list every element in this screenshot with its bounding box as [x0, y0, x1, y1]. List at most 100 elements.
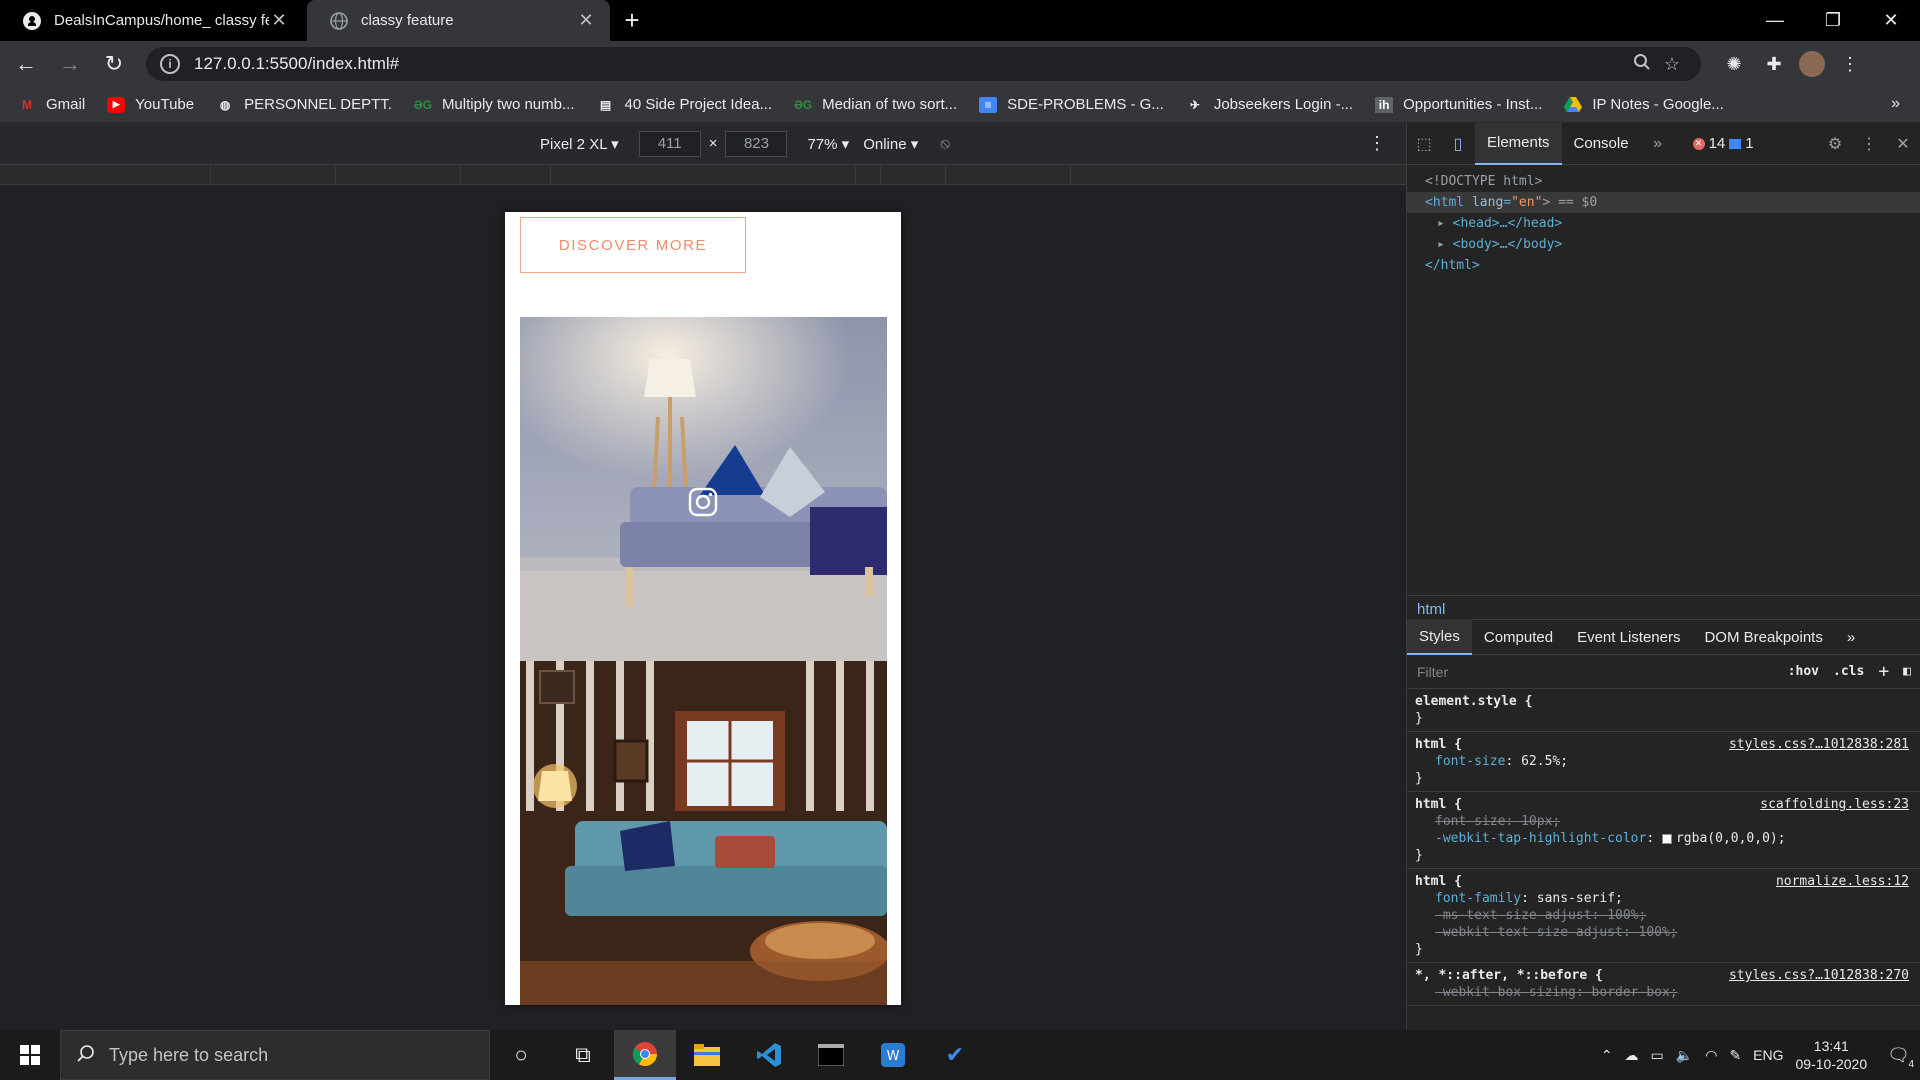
- rule-universal[interactable]: *, *::after, *::before { styles.css?…101…: [1407, 963, 1920, 1006]
- dom-body-node[interactable]: ▸ <body>…</body>: [1407, 234, 1920, 255]
- inspect-icon[interactable]: ⬚: [1407, 123, 1441, 165]
- tab-dom-breakpoints[interactable]: DOM Breakpoints: [1692, 619, 1834, 655]
- language-indicator[interactable]: ENG: [1753, 1047, 1783, 1063]
- rule-source-link[interactable]: styles.css?…1012838:270: [1729, 967, 1909, 984]
- taskbar-search[interactable]: Type here to search: [60, 1030, 490, 1080]
- devtools-menu-icon[interactable]: ⋮: [1852, 123, 1886, 165]
- sidebar-toggle-icon[interactable]: ◧: [1903, 664, 1911, 679]
- avatar[interactable]: [1799, 51, 1825, 77]
- dom-html-node[interactable]: <html lang="en"> == $0: [1407, 192, 1920, 213]
- restore-icon[interactable]: ❐: [1804, 0, 1862, 41]
- rule-source-link[interactable]: scaffolding.less:23: [1760, 796, 1909, 813]
- puzzle-icon[interactable]: ✚: [1759, 54, 1789, 75]
- declaration[interactable]: font-size: 10px;: [1415, 813, 1913, 830]
- rule-html-styles[interactable]: html { styles.css?…1012838:281 font-size…: [1407, 732, 1920, 792]
- vscode-icon[interactable]: [738, 1030, 800, 1080]
- declaration[interactable]: -webkit-box-sizing: border-box;: [1415, 984, 1913, 1001]
- bookmark-gmail[interactable]: M Gmail: [18, 96, 85, 113]
- info-icon[interactable]: i: [160, 54, 180, 74]
- file-explorer-icon[interactable]: [676, 1030, 738, 1080]
- device-toggle-icon[interactable]: ▯: [1441, 123, 1475, 165]
- new-tab-button[interactable]: +: [610, 0, 654, 41]
- network-select[interactable]: Online ▾: [863, 135, 918, 153]
- todo-icon[interactable]: ✔: [924, 1030, 986, 1080]
- bookmark-jobseekers[interactable]: ✈ Jobseekers Login -...: [1186, 96, 1353, 113]
- more-tabs-icon[interactable]: »: [1641, 123, 1675, 165]
- bookmark-side-project[interactable]: ▤ 40 Side Project Idea...: [596, 96, 772, 113]
- cls-toggle[interactable]: .cls: [1833, 664, 1864, 679]
- bookmark-multiply[interactable]: ƏG Multiply two numb...: [414, 96, 575, 113]
- close-icon[interactable]: ✕: [269, 10, 289, 31]
- address-bar[interactable]: i 127.0.0.1:5500/index.html# ☆: [146, 47, 1701, 81]
- dom-html-close[interactable]: </html>: [1407, 255, 1920, 276]
- bookmark-opportunities[interactable]: ih Opportunities - Inst...: [1375, 96, 1542, 113]
- declaration[interactable]: -ms-text-size-adjust: 100%;: [1415, 907, 1913, 924]
- battery-icon[interactable]: ▭: [1651, 1047, 1664, 1064]
- more-bookmarks-icon[interactable]: »: [1891, 95, 1900, 113]
- word-icon[interactable]: W: [862, 1030, 924, 1080]
- rule-source-link[interactable]: styles.css?…1012838:281: [1729, 736, 1909, 753]
- menu-icon[interactable]: ⋮: [1835, 54, 1865, 75]
- color-swatch[interactable]: [1661, 833, 1672, 844]
- close-window-icon[interactable]: ✕: [1862, 0, 1920, 41]
- rule-html-scaffolding[interactable]: html { scaffolding.less:23 font-size: 10…: [1407, 792, 1920, 869]
- windows-start-icon[interactable]: [0, 1030, 60, 1080]
- discover-more-button[interactable]: DISCOVER MORE: [520, 217, 746, 273]
- height-input[interactable]: 823: [725, 130, 788, 157]
- breadcrumb[interactable]: html: [1407, 595, 1920, 619]
- onedrive-icon[interactable]: ☁: [1625, 1047, 1639, 1064]
- clock[interactable]: 13:41 09-10-2020: [1796, 1037, 1868, 1073]
- volume-icon[interactable]: 🔈: [1676, 1047, 1693, 1064]
- forward-icon[interactable]: →: [52, 46, 88, 82]
- zoom-select[interactable]: 77% ▾: [807, 135, 849, 153]
- rule-source-link[interactable]: normalize.less:12: [1776, 873, 1909, 890]
- tab-styles[interactable]: Styles: [1407, 619, 1472, 655]
- bookmark-personnel[interactable]: ◍ PERSONNEL DEPTT.: [216, 96, 392, 113]
- device-select[interactable]: Pixel 2 XL ▾: [540, 135, 619, 153]
- close-devtools-icon[interactable]: ✕: [1886, 123, 1920, 165]
- pen-icon[interactable]: ✎: [1729, 1047, 1741, 1064]
- width-input[interactable]: 411: [638, 130, 701, 157]
- rotate-icon[interactable]: ⦸: [940, 135, 950, 152]
- filter-input[interactable]: Filter: [1417, 664, 1774, 680]
- settings-icon[interactable]: ⚙: [1818, 123, 1852, 165]
- tab-classy-feature[interactable]: classy feature ✕: [307, 0, 610, 41]
- terminal-icon[interactable]: [800, 1030, 862, 1080]
- tab-elements[interactable]: Elements: [1475, 122, 1562, 165]
- device-menu-icon[interactable]: ⋮: [1368, 133, 1386, 154]
- notification-icon[interactable]: 🗨 4: [1887, 1045, 1916, 1070]
- tab-console[interactable]: Console: [1562, 123, 1641, 165]
- tab-dealsincampus[interactable]: DealsInCampus/home_ classy fea ✕: [0, 0, 303, 41]
- bookmark-sde-problems[interactable]: ≡ SDE-PROBLEMS - G...: [979, 96, 1164, 113]
- zoom-icon[interactable]: [1627, 53, 1657, 76]
- wifi-icon[interactable]: ◠: [1705, 1047, 1717, 1064]
- declaration[interactable]: font-size: 62.5%;: [1415, 753, 1913, 770]
- star-icon[interactable]: ☆: [1657, 54, 1687, 75]
- more-panes-icon[interactable]: »: [1835, 619, 1867, 655]
- minimize-icon[interactable]: —: [1746, 0, 1804, 41]
- issues-counter[interactable]: ✕ 14 1: [1692, 135, 1754, 152]
- declaration[interactable]: font-family: sans-serif;: [1415, 890, 1913, 907]
- breadcrumb-item[interactable]: html: [1417, 601, 1445, 618]
- declaration[interactable]: -webkit-text-size-adjust: 100%;: [1415, 924, 1913, 941]
- rule-html-normalize[interactable]: html { normalize.less:12 font-family: sa…: [1407, 869, 1920, 963]
- reload-icon[interactable]: ↻: [96, 46, 132, 82]
- new-rule-icon[interactable]: +: [1878, 661, 1889, 682]
- cortana-icon[interactable]: ○: [490, 1030, 552, 1080]
- hov-toggle[interactable]: :hov: [1788, 664, 1819, 679]
- bookmark-ip-notes[interactable]: IP Notes - Google...: [1564, 96, 1724, 113]
- dom-doctype[interactable]: <!DOCTYPE html>: [1407, 171, 1920, 192]
- instagram-icon[interactable]: [688, 487, 718, 517]
- declaration[interactable]: -webkit-tap-highlight-color: rgba(0,0,0,…: [1415, 830, 1913, 847]
- dom-head-node[interactable]: ▸ <head>…</head>: [1407, 213, 1920, 234]
- extension-icon[interactable]: ✺: [1719, 54, 1749, 75]
- styles-filter[interactable]: Filter :hov .cls + ◧: [1407, 655, 1920, 689]
- bookmark-youtube[interactable]: ▶ YouTube: [107, 96, 194, 113]
- back-icon[interactable]: ←: [8, 46, 44, 82]
- chrome-icon[interactable]: [614, 1030, 676, 1080]
- tab-computed[interactable]: Computed: [1472, 619, 1565, 655]
- tray-expand-icon[interactable]: ⌃: [1601, 1047, 1613, 1064]
- rule-element-style[interactable]: element.style { }: [1407, 689, 1920, 732]
- bookmark-median[interactable]: ƏG Median of two sort...: [794, 96, 957, 113]
- task-view-icon[interactable]: ⧉: [552, 1030, 614, 1080]
